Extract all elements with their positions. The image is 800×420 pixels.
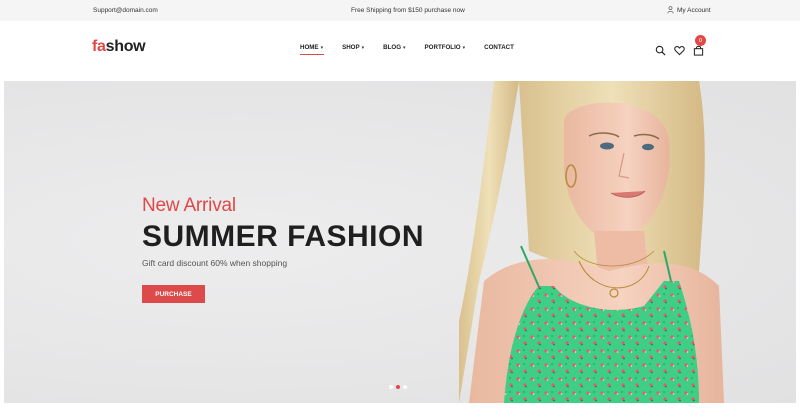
my-account-link[interactable]: My Account bbox=[667, 6, 711, 14]
hero-subtitle: Gift card discount 60% when shopping bbox=[142, 258, 288, 268]
caret-down-icon: ▾ bbox=[320, 44, 324, 51]
user-icon bbox=[667, 6, 674, 14]
cart-count-badge: 0 bbox=[695, 35, 706, 46]
hero-slider: New Arrival SUMMER FASHION Gift card dis… bbox=[4, 81, 796, 403]
logo-part-main: show bbox=[105, 38, 146, 55]
hero-text: New Arrival SUMMER FASHION Gift card dis… bbox=[142, 195, 424, 268]
nav-item-label: PORTFOLIO bbox=[424, 44, 461, 51]
nav-item-label: CONTACT bbox=[484, 44, 514, 51]
top-bar: Support@domain.com Free Shipping from $1… bbox=[0, 0, 800, 21]
heart-icon bbox=[674, 46, 685, 56]
nav-item-contact[interactable]: CONTACT bbox=[484, 44, 514, 51]
search-button[interactable] bbox=[655, 43, 666, 56]
nav-item-home[interactable]: HOME ▾ bbox=[300, 44, 325, 55]
hero-model-image bbox=[459, 81, 724, 403]
main-nav: HOME ▾ SHOP ▾ BLOG ▾ PORTFOLIO ▾ CONTACT bbox=[300, 44, 533, 55]
slider-dot[interactable] bbox=[389, 385, 393, 389]
slider-dot-active[interactable] bbox=[396, 385, 400, 389]
site-header: fashow HOME ▾ SHOP ▾ BLOG ▾ PORTFOLIO ▾ … bbox=[0, 21, 800, 81]
support-email[interactable]: Support@domain.com bbox=[93, 7, 158, 14]
nav-item-label: SHOP bbox=[342, 44, 360, 51]
hero-title: SUMMER FASHION bbox=[142, 220, 425, 253]
hero-kicker: New Arrival bbox=[142, 195, 236, 216]
caret-down-icon: ▾ bbox=[361, 44, 365, 51]
logo-part-accent: fa bbox=[92, 38, 106, 55]
nav-item-portfolio[interactable]: PORTFOLIO ▾ bbox=[425, 44, 466, 51]
caret-down-icon: ▾ bbox=[403, 44, 406, 51]
purchase-button[interactable]: PURCHASE bbox=[142, 285, 205, 303]
nav-item-label: BLOG bbox=[383, 44, 402, 51]
wishlist-button[interactable] bbox=[674, 43, 685, 56]
shipping-notice: Free Shipping from $150 purchase now bbox=[351, 7, 465, 14]
caret-down-icon: ▾ bbox=[462, 44, 466, 51]
site-logo[interactable]: fashow bbox=[92, 38, 146, 56]
nav-item-label: HOME bbox=[300, 44, 319, 51]
my-account-label: My Account bbox=[677, 6, 711, 14]
slider-dots bbox=[389, 385, 407, 389]
nav-item-shop[interactable]: SHOP ▾ bbox=[342, 44, 364, 51]
nav-item-blog[interactable]: BLOG ▾ bbox=[383, 44, 405, 51]
cart-icon bbox=[693, 45, 704, 56]
search-icon bbox=[655, 45, 666, 56]
slider-dot[interactable] bbox=[403, 385, 407, 389]
